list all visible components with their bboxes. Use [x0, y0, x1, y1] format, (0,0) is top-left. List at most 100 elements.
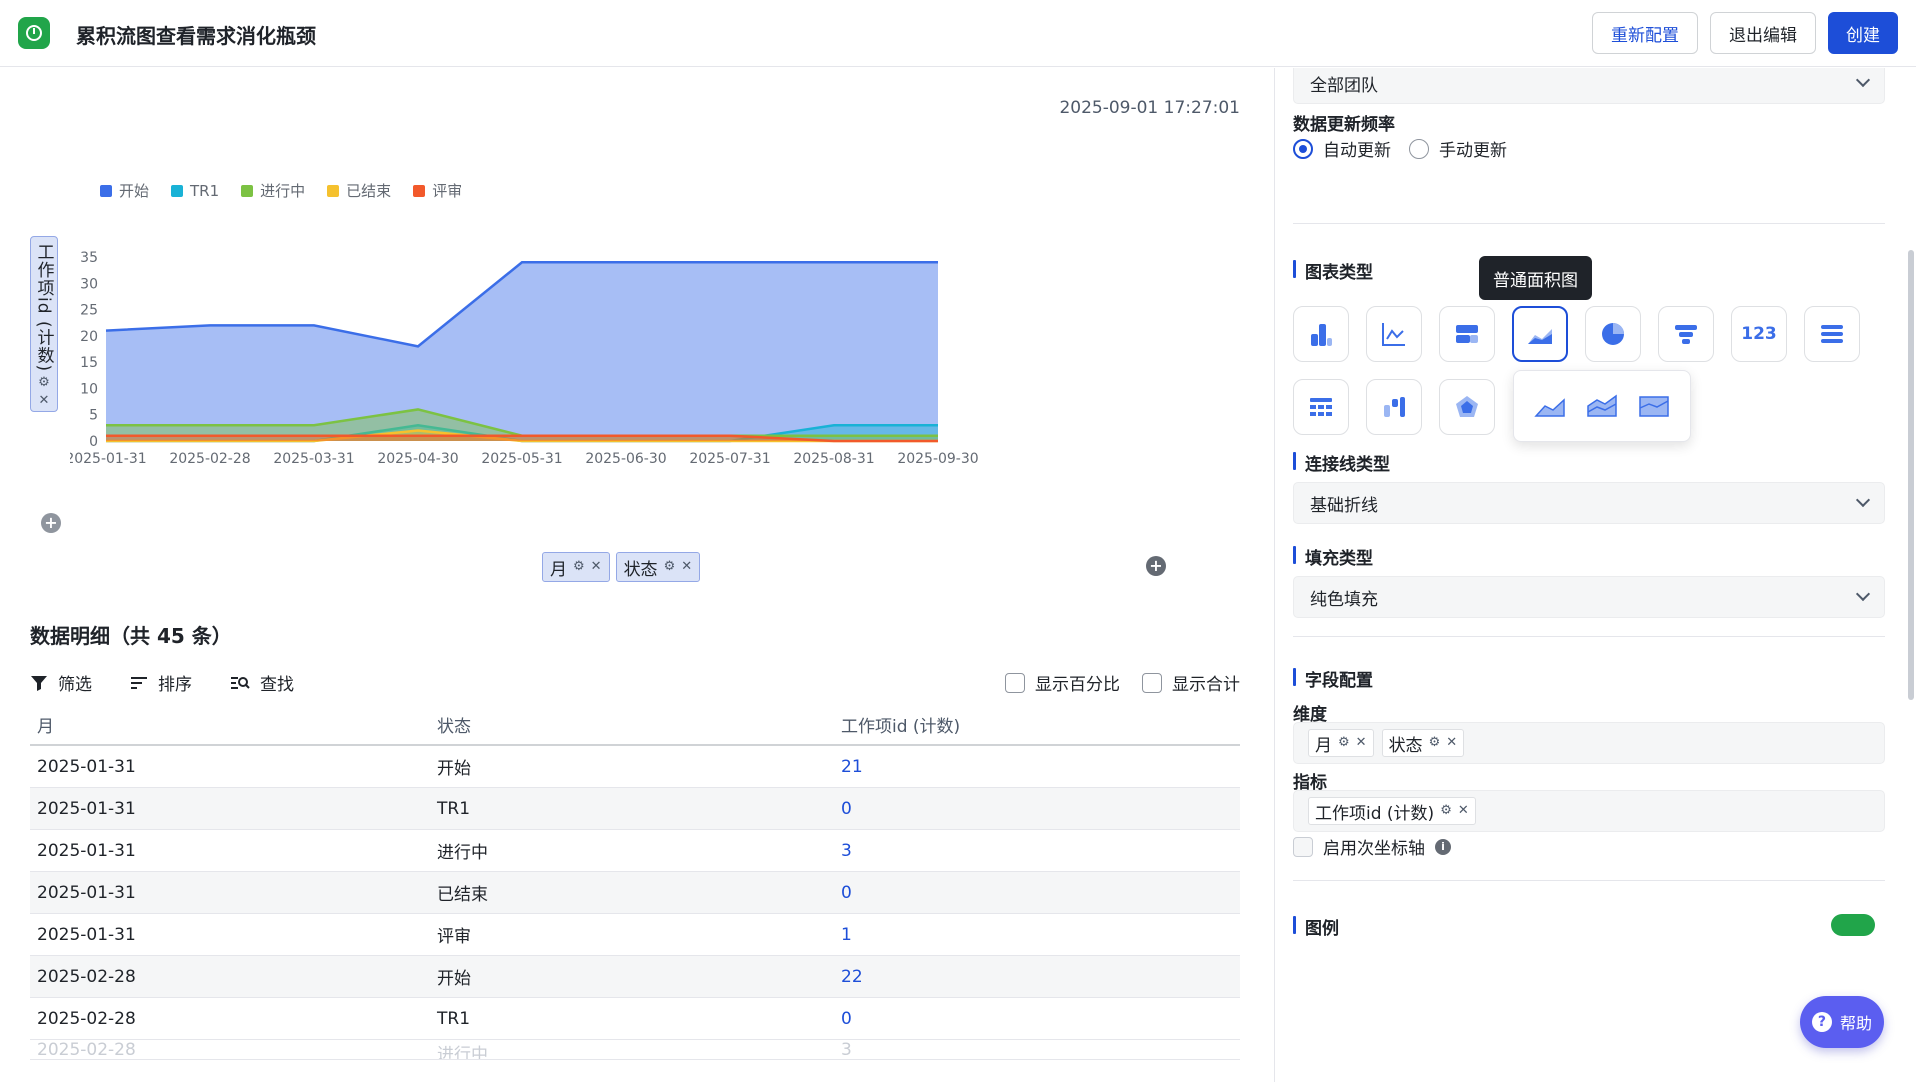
bar-chart-icon[interactable] — [1293, 306, 1349, 362]
details-title: 数据明细（共 45 条） — [30, 624, 232, 648]
legend-toggle[interactable] — [1831, 914, 1875, 936]
top-bar: 累积流图查看需求消化瓶颈 重新配置 退出编辑 创建 — [0, 0, 1916, 67]
legend-item[interactable]: 开始 — [100, 180, 149, 201]
list-chart-icon[interactable] — [1804, 306, 1860, 362]
metric-chip-count[interactable]: 工作项id (计数) ⚙ ✕ — [1308, 797, 1476, 825]
sort-icon — [131, 676, 147, 689]
column-header-count[interactable]: 工作项id (计数) — [838, 712, 1240, 737]
reconfigure-button[interactable]: 重新配置 — [1592, 12, 1698, 54]
help-icon: ? — [1811, 1012, 1832, 1032]
radio-manual-update[interactable]: 手动更新 — [1409, 136, 1507, 161]
table-row[interactable]: 2025-01-31 TR1 0 — [30, 788, 1240, 830]
exit-edit-button[interactable]: 退出编辑 — [1710, 12, 1816, 54]
table-cell: 进行中 — [437, 843, 488, 863]
x-axis-dimension-chips: 月 ⚙ ✕ 状态 ⚙ ✕ — [542, 552, 701, 582]
table-row[interactable]: 2025-01-31 开始 21 — [30, 746, 1240, 788]
table-cell: 2025-01-31 — [37, 756, 136, 777]
y-axis-field-chip[interactable]: 工作项id (计数) ⚙ ✕ — [30, 236, 58, 412]
table-cell: 3 — [841, 840, 852, 861]
legend-item[interactable]: TR1 — [171, 180, 219, 201]
table-row[interactable]: 2025-01-31 进行中 3 — [30, 830, 1240, 872]
waterfall-chart-icon[interactable] — [1366, 379, 1422, 435]
number-card-icon[interactable]: 123 — [1731, 306, 1787, 362]
area-subtype-popup — [1513, 370, 1691, 442]
dimension-chip-month[interactable]: 月 ⚙ ✕ — [542, 552, 610, 582]
funnel-chart-icon[interactable] — [1658, 306, 1714, 362]
y-tick-label: 30 — [80, 276, 98, 292]
sort-button[interactable]: 排序 — [130, 670, 192, 695]
line-type-select[interactable]: 基础折线 — [1293, 482, 1885, 524]
close-icon[interactable]: ✕ — [591, 560, 602, 574]
column-header-status[interactable]: 状态 — [434, 712, 838, 737]
gear-icon[interactable]: ⚙ — [38, 376, 50, 390]
close-icon[interactable]: ✕ — [1458, 804, 1469, 818]
y-tick-label: 5 — [89, 408, 98, 424]
table-cell: 开始 — [437, 759, 471, 779]
x-tick-label: 2025-06-30 — [585, 451, 666, 467]
gear-icon[interactable]: ⚙ — [1429, 736, 1441, 750]
table-row[interactable]: 2025-02-28 TR1 0 — [30, 998, 1240, 1040]
table-chart-icon[interactable] — [1293, 379, 1349, 435]
dimension-chip-status[interactable]: 状态 ⚙ ✕ — [615, 552, 701, 582]
table-row[interactable]: 2025-01-31 已结束 0 — [30, 872, 1240, 914]
gear-icon[interactable]: ⚙ — [1338, 736, 1350, 750]
gear-icon[interactable]: ⚙ — [573, 560, 585, 574]
radar-chart-icon[interactable] — [1439, 379, 1495, 435]
show-percent-checkbox[interactable]: 显示百分比 — [1005, 670, 1120, 695]
line-chart-icon[interactable] — [1366, 306, 1422, 362]
dimension-field-box[interactable]: 月 ⚙ ✕ 状态 ⚙ ✕ — [1293, 722, 1885, 764]
gear-icon[interactable]: ⚙ — [664, 560, 676, 574]
close-icon[interactable]: ✕ — [1356, 736, 1367, 750]
fill-type-select[interactable]: 纯色填充 — [1293, 576, 1885, 618]
create-button[interactable]: 创建 — [1828, 12, 1898, 54]
filter-icon — [31, 675, 47, 691]
table-cell: 2025-01-31 — [37, 924, 136, 945]
legend-item[interactable]: 进行中 — [241, 180, 305, 201]
table-row[interactable]: 2025-01-31 评审 1 — [30, 914, 1240, 956]
close-icon[interactable]: ✕ — [1446, 736, 1457, 750]
table-cell: 2025-02-28 — [37, 966, 136, 987]
horizontal-bar-icon[interactable] — [1439, 306, 1495, 362]
dimension-chip-month[interactable]: 月 ⚙ ✕ — [1308, 729, 1374, 757]
close-icon[interactable]: ✕ — [39, 394, 50, 408]
table-row[interactable]: 2025-02-28 开始 22 — [30, 956, 1240, 998]
basic-area-icon[interactable] — [1533, 394, 1567, 418]
add-y-axis-icon[interactable]: + — [41, 513, 61, 533]
y-axis-title: 工作项id (计数) — [33, 243, 54, 373]
x-tick-label: 2025-02-28 — [169, 451, 250, 467]
details-table: 月 状态 工作项id (计数) 2025-01-31 开始 21 2025-01-31… — [30, 704, 1240, 1060]
area-chart-icon[interactable] — [1512, 306, 1568, 362]
sidebar-scrollbar[interactable] — [1908, 250, 1914, 700]
show-total-checkbox[interactable]: 显示合计 — [1142, 670, 1240, 695]
help-button[interactable]: ? 帮助 — [1800, 996, 1884, 1048]
x-tick-label: 2025-08-31 — [793, 451, 874, 467]
add-dimension-icon[interactable]: + — [1146, 556, 1166, 576]
info-icon[interactable]: i — [1435, 838, 1451, 855]
chart-legend: 开始 TR1 进行中 已结束 评审 — [100, 180, 462, 201]
legend-item[interactable]: 已结束 — [327, 180, 391, 201]
table-cell: 2025-01-31 — [37, 798, 136, 819]
close-icon[interactable]: ✕ — [681, 560, 692, 574]
secondary-axis-checkbox[interactable]: 启用次坐标轴 i — [1293, 834, 1451, 859]
filter-button[interactable]: 筛选 — [30, 670, 92, 695]
area-chart: 0 5 10 15 20 25 30 35 2025-01-31 2025-02-28 2025-0… — [70, 250, 979, 467]
pie-chart-icon[interactable] — [1585, 306, 1641, 362]
series-area — [106, 262, 938, 441]
table-cell: TR1 — [437, 798, 471, 819]
find-button[interactable]: 查找 — [230, 670, 294, 695]
gear-icon[interactable]: ⚙ — [1440, 804, 1452, 818]
stacked-area-icon[interactable] — [1585, 394, 1619, 418]
dimension-chip-status[interactable]: 状态 ⚙ ✕ — [1381, 729, 1465, 757]
team-select[interactable]: 全部团队 — [1293, 68, 1885, 104]
column-header-month[interactable]: 月 — [30, 712, 434, 737]
chart-timestamp: 2025-09-01 17:27:01 — [1059, 98, 1240, 118]
legend-swatch — [327, 184, 340, 197]
page-title: 累积流图查看需求消化瓶颈 — [76, 24, 316, 48]
percent-area-icon[interactable] — [1637, 394, 1671, 418]
field-config-heading: 字段配置 — [1293, 666, 1373, 691]
legend-item[interactable]: 评审 — [413, 180, 462, 201]
radio-auto-update[interactable]: 自动更新 — [1293, 136, 1391, 161]
chevron-down-icon — [1855, 586, 1871, 602]
legend-label: 已结束 — [346, 182, 392, 200]
metric-field-box[interactable]: 工作项id (计数) ⚙ ✕ — [1293, 790, 1885, 832]
